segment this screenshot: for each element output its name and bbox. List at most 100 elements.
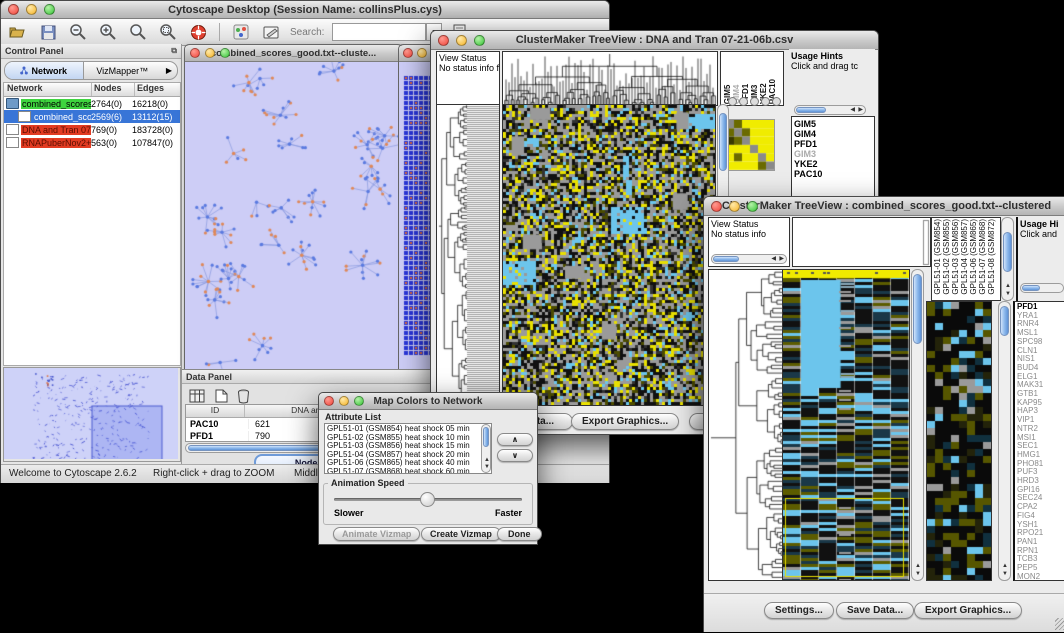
tv1-summary-matrix[interactable] (725, 119, 775, 171)
zoom-button[interactable] (220, 48, 230, 58)
tab-vizmapper[interactable]: VizMapper™ (84, 66, 162, 76)
column-label: GPL51-02 (GSM855) (942, 219, 951, 295)
tv1-row-dendrogram[interactable] (436, 104, 500, 406)
col-id[interactable]: ID (186, 405, 245, 417)
close-button[interactable] (190, 48, 200, 58)
tv2-heatmap-vscrollbar[interactable]: ▲▼ (911, 269, 924, 581)
tv2-heatmap[interactable] (782, 269, 910, 581)
tv2-row-dendrogram[interactable] (708, 269, 784, 581)
tv1-export-graphics-button[interactable]: Export Graphics... (571, 413, 679, 430)
save-icon[interactable] (37, 22, 59, 42)
tv2-zoom-heatmap[interactable] (926, 301, 992, 581)
close-button[interactable] (324, 396, 334, 406)
network-overview[interactable] (3, 367, 181, 462)
tab-network[interactable]: Network (5, 62, 84, 79)
gene-label[interactable]: PAC10 (794, 169, 872, 179)
done-button[interactable]: Done (497, 527, 542, 541)
close-button[interactable] (711, 201, 722, 212)
column-label: GPL51-06 (GSM865) (969, 219, 978, 295)
tv2-settings-button[interactable]: Settings... (764, 602, 834, 619)
network-table-header[interactable]: Network Nodes Edges (4, 83, 180, 97)
zoom-selected-icon[interactable] (157, 22, 179, 42)
move-down-button[interactable]: ∨ (497, 449, 533, 462)
zoom-fit-icon[interactable] (127, 22, 149, 42)
column-label: GPL51-08 (GSM872) (987, 219, 996, 295)
tv2-labels-vscrollbar[interactable]: ▲▼ (1001, 217, 1014, 301)
tv1-labels-hscrollbar[interactable]: ◀▶ (794, 105, 866, 115)
gene-label[interactable]: GIM4 (794, 129, 872, 139)
tv2-status-hscrollbar[interactable]: ◀▶ (711, 254, 787, 264)
attribute-listbox[interactable]: GPL51-01 (GSM854) heat shock 05 minGPL51… (324, 423, 492, 474)
close-button[interactable] (438, 35, 449, 46)
zoom-button[interactable] (354, 396, 364, 406)
cell-value: 790 (249, 431, 270, 441)
minimize-button[interactable] (729, 201, 740, 212)
main-titlebar[interactable]: Cytoscape Desktop (Session Name: collins… (1, 1, 609, 19)
zoom-out-icon[interactable] (67, 22, 89, 42)
close-button[interactable] (403, 48, 413, 58)
move-up-button[interactable]: ∧ (497, 433, 533, 446)
float-panel-icon[interactable]: ⧉ (171, 46, 177, 56)
control-panel-title: Control Panel (5, 46, 64, 56)
tv1-zoom-icon[interactable] (728, 97, 737, 106)
minimize-button[interactable] (339, 396, 349, 406)
zoom-button[interactable] (474, 35, 485, 46)
minimize-button[interactable] (26, 4, 37, 15)
annotation-icon[interactable] (260, 22, 282, 42)
help-lifesaver-icon[interactable] (187, 22, 209, 42)
tv1-zoom-icon[interactable] (761, 97, 770, 106)
tv2-column-tree-panel[interactable] (792, 217, 931, 267)
slower-label: Slower (334, 508, 364, 518)
tv1-heatmap[interactable] (502, 104, 716, 406)
tv1-usage-hints-panel: Usage Hints Click and drag tc (789, 49, 875, 107)
gene-label[interactable]: GIM3 (794, 149, 872, 159)
faster-label: Faster (495, 508, 522, 518)
attribute-list-vscrollbar[interactable]: ▲▼ (481, 424, 491, 473)
tv2-zoom-vscrollbar[interactable]: ▲▼ (998, 301, 1011, 581)
network-table-row[interactable]: DNA and Tran 07769(0)183728(0) (4, 123, 180, 136)
delete-attribute-icon[interactable] (232, 386, 254, 406)
tv2-usage-hints-panel: Usage Hi Click and (1016, 217, 1064, 301)
zoom-button[interactable] (747, 201, 758, 212)
tv2-export-graphics-button[interactable]: Export Graphics... (914, 602, 1022, 619)
new-attribute-icon[interactable] (210, 386, 232, 406)
vizmap-icon[interactable] (230, 22, 252, 42)
tv1-zoom-icon[interactable] (750, 97, 759, 106)
minimize-button[interactable] (456, 35, 467, 46)
tv1-column-dendrogram[interactable] (502, 51, 718, 106)
tv2-save-data-button[interactable]: Save Data... (836, 602, 914, 619)
file-icon (18, 111, 31, 122)
zoom-button[interactable] (44, 4, 55, 15)
search-input[interactable] (332, 23, 426, 41)
network-table-row[interactable]: RNAPuberNov2+|563(0)107847(0) (4, 136, 180, 149)
open-file-icon[interactable] (7, 22, 29, 42)
gene-label[interactable]: YKE2 (794, 159, 872, 169)
table-grid-icon[interactable] (186, 386, 208, 406)
network-view-canvas[interactable] (185, 62, 400, 372)
tv1-zoom-icon[interactable] (739, 97, 748, 106)
treeview2-window: ClusterMaker TreeView : combined_scores_… (703, 196, 1064, 632)
animate-vizmap-button[interactable]: Animate Vizmap (333, 527, 420, 541)
tab-overflow-arrow[interactable]: ▶ (161, 66, 177, 75)
tv1-zoom-icon[interactable] (772, 97, 781, 106)
minimize-button[interactable] (417, 48, 427, 58)
network-table-row[interactable]: combined_sco2569(6)13112(15) (4, 110, 180, 123)
tv2-usage-hscrollbar[interactable] (1020, 283, 1064, 293)
tv2-usage-hints-line1: Usage Hi (1020, 219, 1064, 229)
treeview2-title: ClusterMaker TreeView : combined_scores_… (704, 200, 1064, 212)
speed-slider-thumb[interactable] (420, 492, 435, 507)
network-name: DNA and Tran 07 (21, 125, 91, 135)
tv2-button-bar: Settings... Save Data... Export Graphics… (704, 593, 1064, 632)
network-name: RNAPuberNov2+| (21, 138, 91, 148)
column-label: GPL51-07 (GSM868) (978, 219, 987, 295)
gene-label[interactable]: MON2 (1017, 573, 1064, 581)
create-vizmap-button[interactable]: Create Vizmap (421, 527, 501, 541)
zoom-in-icon[interactable] (97, 22, 119, 42)
network-table-row[interactable]: combined_scores2764(0)16218(0) (4, 97, 180, 110)
close-button[interactable] (8, 4, 19, 15)
minimize-button[interactable] (205, 48, 215, 58)
attribute-list-item[interactable]: GPL51-07 (GSM868) heat shock 60 min (327, 468, 489, 474)
gene-label[interactable]: PFD1 (794, 139, 872, 149)
resize-grip[interactable] (1055, 618, 1064, 630)
gene-label[interactable]: GIM5 (794, 119, 872, 129)
